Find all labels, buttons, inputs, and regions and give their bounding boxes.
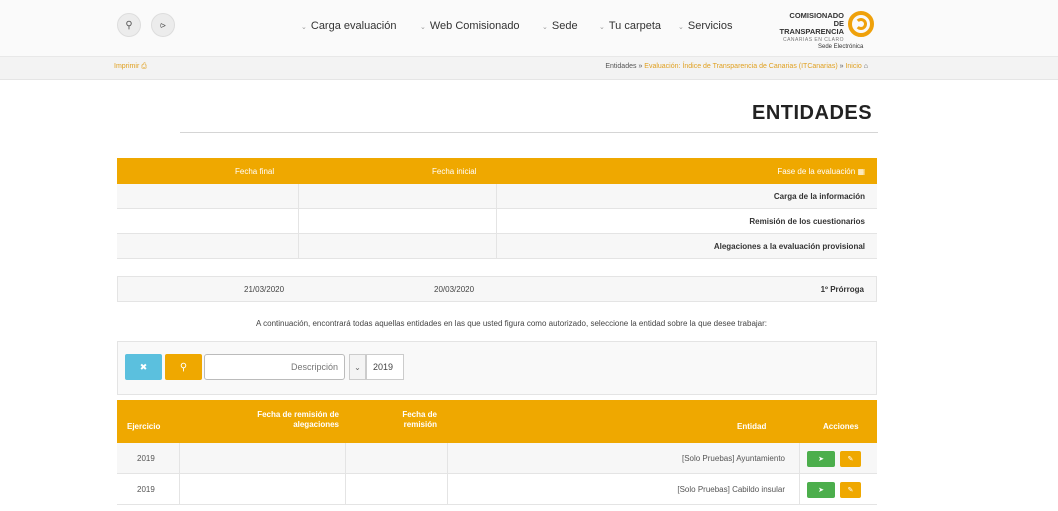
nav-servicios[interactable]: ⌄ Servicios — [678, 20, 733, 32]
clear-button[interactable]: ✖ — [125, 354, 162, 380]
chevron-down-icon: ⌄ — [542, 24, 548, 31]
nav-web-comisionado[interactable]: ⌄ Web Comisionado — [420, 20, 520, 32]
page-title: ENTIDADES — [752, 102, 873, 124]
intro-text: A continuación, encontrará todas aquella… — [256, 319, 768, 328]
title-divider — [180, 132, 878, 133]
site-header: ⚲ ⪧ ⌄ Carga evaluación ⌄ Web Comisionado ⌄… — [0, 0, 1058, 57]
home-icon: ⌂ — [863, 63, 868, 70]
header-fecha-remision: Fecha de remisión — [402, 410, 437, 429]
chevron-down-icon: ⌄ — [599, 24, 605, 31]
phase-row: Carga de la información — [117, 184, 877, 209]
nav-carga-evaluacion[interactable]: ⌄ Carga evaluación — [301, 20, 397, 32]
extension-label: 1º Prórroga — [820, 285, 864, 294]
chevron-down-icon: ⌄ — [678, 24, 684, 31]
year-select[interactable]: 2019 — [366, 354, 404, 380]
description-input[interactable] — [204, 354, 345, 380]
extension-end-date: 21/03/2020 — [244, 285, 285, 294]
header-fecha-inicial: Fecha inicial — [432, 167, 477, 176]
chevron-down-icon[interactable]: ⌄ — [349, 354, 366, 380]
extension-row: 21/03/2020 20/03/2020 1º Prórroga — [117, 276, 877, 302]
header-fecha-alegaciones: Fecha de remisión de alegaciones — [257, 410, 339, 429]
edit-button[interactable]: ✎ — [840, 482, 861, 498]
clear-icon: ✖ — [139, 361, 148, 372]
table-row[interactable]: 2019 [Solo Pruebas] Cabildo insular ➤ ✎ — [117, 474, 877, 505]
chevron-down-icon: ⌄ — [420, 24, 426, 31]
header-fase: Fase de la evaluación ▦ — [777, 167, 865, 176]
header-acciones: Acciones — [823, 422, 859, 431]
edit-icon: ✎ — [847, 487, 854, 494]
phases-table-header: Fecha final Fecha inicial Fase de la eva… — [117, 158, 877, 184]
breadcrumb-evaluacion[interactable]: Evaluación: Índice de Transparencia de C… — [644, 63, 837, 70]
search-icon[interactable]: ⚲ — [117, 13, 141, 37]
header-fecha-final: Fecha final — [235, 167, 275, 176]
entities-table-header: Ejercicio Fecha de remisión de alegacion… — [117, 400, 877, 443]
phase-row: Alegaciones a la evaluación provisional — [117, 234, 877, 259]
calendar-icon: ▦ — [857, 167, 865, 176]
header-entidad: Entidad — [737, 422, 767, 431]
row-year: 2019 — [137, 454, 155, 463]
row-year: 2019 — [137, 485, 155, 494]
search-button[interactable]: ⚲ — [165, 354, 202, 380]
row-entity-name: [Solo Pruebas] Cabildo insular — [677, 485, 785, 494]
chevron-down-icon: ⌄ — [301, 24, 307, 31]
send-button[interactable]: ➤ — [807, 482, 835, 498]
send-icon: ➤ — [818, 456, 824, 463]
nav-sede[interactable]: ⌄ Sede — [542, 20, 578, 32]
header-ejercicio: Ejercicio — [127, 422, 161, 431]
search-icon: ⚲ — [179, 361, 188, 373]
print-link[interactable]: Imprimir ⎙ — [114, 63, 147, 71]
sede-label: Sede Electrónica — [818, 44, 864, 50]
breadcrumb-current: Entidades — [605, 63, 637, 70]
phase-row: Remisión de los cuestionarios — [117, 209, 877, 234]
send-icon: ➤ — [818, 487, 824, 494]
print-icon: ⎙ — [141, 63, 147, 70]
share-icon[interactable]: ⪧ — [151, 13, 175, 37]
nav-tu-carpeta[interactable]: ⌄ Tu carpeta — [599, 20, 661, 32]
logo-icon[interactable] — [848, 11, 874, 37]
breadcrumb-trail: Entidades » Evaluación: Índice de Transp… — [605, 63, 868, 70]
edit-button[interactable]: ✎ — [840, 451, 861, 467]
extension-start-date: 20/03/2020 — [434, 285, 475, 294]
edit-icon: ✎ — [847, 456, 854, 463]
row-entity-name: [Solo Pruebas] Ayuntamiento — [681, 454, 785, 463]
breadcrumb-inicio[interactable]: Inicio — [845, 63, 861, 70]
logo-text[interactable]: COMISIONADO DE TRANSPARENCIA CANARIAS EN… — [770, 12, 844, 44]
breadcrumb: Imprimir ⎙ Entidades » Evaluación: Índic… — [0, 57, 1058, 80]
table-row[interactable]: 2019 [Solo Pruebas] Ayuntamiento ➤ ✎ — [117, 443, 877, 474]
send-button[interactable]: ➤ — [807, 451, 835, 467]
